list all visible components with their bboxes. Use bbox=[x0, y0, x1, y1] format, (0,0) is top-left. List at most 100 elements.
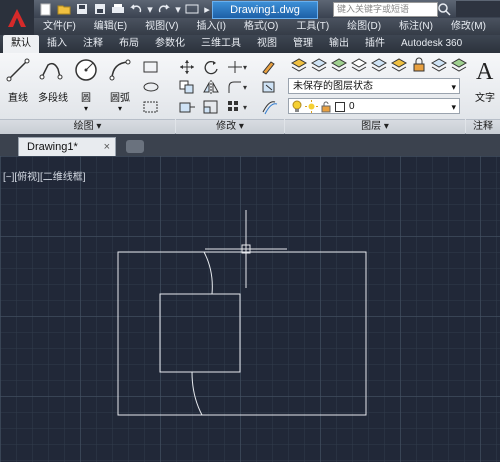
circle-label: 圆 bbox=[81, 93, 91, 104]
tab-view[interactable]: 视图 bbox=[249, 35, 285, 53]
layer-match-icon[interactable] bbox=[330, 57, 348, 73]
mirror-icon[interactable] bbox=[202, 79, 220, 95]
upper-arc[interactable] bbox=[203, 251, 213, 295]
circle-dropdown-icon[interactable]: ▾ bbox=[73, 104, 99, 113]
menu-edit[interactable]: 编辑(E) bbox=[85, 18, 136, 35]
redo-icon[interactable] bbox=[156, 2, 172, 16]
document-tabs: Drawing1* × bbox=[0, 134, 500, 156]
explode-icon[interactable] bbox=[260, 79, 278, 95]
erase-icon[interactable] bbox=[260, 59, 278, 75]
array-icon[interactable]: ▾ bbox=[226, 99, 247, 115]
tab-parametric[interactable]: 参数化 bbox=[147, 35, 193, 53]
tab-plugins[interactable]: 插件 bbox=[357, 35, 393, 53]
layer-lock-icon[interactable] bbox=[410, 57, 428, 73]
inner-square[interactable] bbox=[159, 293, 241, 373]
svg-text:▾: ▾ bbox=[243, 103, 247, 112]
move-icon[interactable] bbox=[178, 59, 196, 75]
offset-icon[interactable] bbox=[260, 99, 278, 115]
menu-insert[interactable]: 插入(I) bbox=[187, 18, 234, 35]
scale-icon[interactable] bbox=[202, 99, 220, 115]
modify-panel-title[interactable]: 修改 ▾ bbox=[176, 119, 284, 134]
tab-autodesk-360[interactable]: Autodesk 360 bbox=[393, 35, 470, 53]
layer-unisolate-icon[interactable] bbox=[430, 57, 448, 73]
tab-drawing1[interactable]: Drawing1* × bbox=[18, 137, 116, 156]
drawing-geometry bbox=[117, 210, 367, 416]
rectangle-icon[interactable] bbox=[142, 59, 160, 75]
layer-off-icon[interactable] bbox=[390, 57, 408, 73]
menu-file[interactable]: 文件(F) bbox=[34, 18, 85, 35]
hatch-icon[interactable] bbox=[142, 99, 160, 115]
circle-button[interactable]: 圆 ▾ bbox=[73, 57, 99, 113]
tab-output[interactable]: 输出 bbox=[321, 35, 357, 53]
customize-toolbar-icon[interactable]: ▸ bbox=[202, 2, 212, 16]
stretch-icon[interactable] bbox=[178, 99, 196, 115]
circle-icon bbox=[75, 59, 97, 81]
layer-properties-icon[interactable] bbox=[290, 57, 308, 73]
open-icon[interactable] bbox=[56, 2, 72, 16]
redo-dropdown-icon[interactable]: ▾ bbox=[174, 2, 182, 16]
lightbulb-icon bbox=[292, 100, 302, 119]
save-as-icon[interactable] bbox=[92, 2, 108, 16]
text-button[interactable]: A 文字 bbox=[472, 57, 498, 104]
rotate-icon[interactable] bbox=[202, 59, 220, 75]
undo-dropdown-icon[interactable]: ▾ bbox=[146, 2, 154, 16]
layer-panel-title[interactable]: 图层 ▾ bbox=[285, 119, 465, 134]
close-icon[interactable]: × bbox=[104, 138, 110, 157]
save-icon[interactable] bbox=[74, 2, 90, 16]
tab-drawing1-label: Drawing1* bbox=[27, 141, 78, 153]
copy-icon[interactable] bbox=[178, 79, 196, 95]
print-icon[interactable] bbox=[110, 2, 126, 16]
arc-button[interactable]: 圆弧 ▾ bbox=[107, 57, 133, 113]
polyline-label: 多段线 bbox=[38, 93, 68, 104]
new-tab-icon[interactable] bbox=[126, 140, 144, 153]
menu-view[interactable]: 视图(V) bbox=[136, 18, 187, 35]
chevron-down-icon: ▾ bbox=[451, 102, 456, 112]
trim-icon[interactable]: ▾ bbox=[226, 59, 247, 75]
autocad-logo-icon[interactable] bbox=[0, 0, 34, 35]
layer-color-swatch bbox=[335, 102, 345, 112]
sun-icon bbox=[305, 100, 318, 119]
search-input[interactable]: 键入关键字或短语 bbox=[333, 2, 438, 17]
fillet-icon[interactable]: ▾ bbox=[226, 79, 247, 95]
layer-dropdown[interactable]: 0 ▾ bbox=[288, 98, 460, 114]
layer-walk-icon[interactable] bbox=[450, 57, 468, 73]
current-layer-name: 0 bbox=[349, 101, 355, 112]
menu-tools[interactable]: 工具(T) bbox=[287, 18, 338, 35]
tab-annotate[interactable]: 注释 bbox=[75, 35, 111, 53]
new-icon[interactable] bbox=[38, 2, 54, 16]
workspace-icon[interactable] bbox=[184, 2, 200, 16]
lock-open-icon bbox=[321, 101, 332, 119]
polyline-icon bbox=[39, 62, 63, 80]
outer-rectangle[interactable] bbox=[117, 251, 367, 416]
layer-state-icon[interactable] bbox=[310, 57, 328, 73]
menu-format[interactable]: 格式(O) bbox=[235, 18, 287, 35]
tab-manage[interactable]: 管理 bbox=[285, 35, 321, 53]
arc-label: 圆弧 bbox=[110, 93, 130, 104]
tab-insert[interactable]: 插入 bbox=[39, 35, 75, 53]
line-button[interactable]: 直线 bbox=[5, 57, 31, 104]
arc-dropdown-icon[interactable]: ▾ bbox=[107, 104, 133, 113]
tab-default[interactable]: 默认 bbox=[3, 35, 39, 53]
quick-access-toolbar: ▾ ▾ ▸ bbox=[38, 1, 212, 17]
svg-text:▾: ▾ bbox=[243, 83, 247, 92]
document-title: Drawing1.dwg bbox=[212, 1, 318, 19]
layer-state-dropdown[interactable]: 未保存的图层状态 ▾ bbox=[288, 78, 460, 94]
menu-dimension[interactable]: 标注(N) bbox=[390, 18, 442, 35]
search-icon[interactable] bbox=[437, 2, 451, 16]
svg-text:▾: ▾ bbox=[243, 63, 247, 72]
window-controls[interactable] bbox=[456, 1, 500, 17]
menu-draw[interactable]: 绘图(D) bbox=[338, 18, 390, 35]
layer-isolate-icon[interactable] bbox=[350, 57, 368, 73]
menu-modify[interactable]: 修改(M) bbox=[442, 18, 495, 35]
polyline-button[interactable]: 多段线 bbox=[38, 57, 68, 104]
tab-3d-tools[interactable]: 三维工具 bbox=[193, 35, 249, 53]
lower-arc[interactable] bbox=[191, 371, 203, 416]
draw-panel-title[interactable]: 绘图 ▾ bbox=[0, 119, 175, 134]
annotation-panel-title[interactable]: 注释 bbox=[466, 119, 500, 134]
tab-layout[interactable]: 布局 bbox=[111, 35, 147, 53]
layer-state-value: 未保存的图层状态 bbox=[293, 81, 373, 92]
undo-icon[interactable] bbox=[128, 2, 144, 16]
layer-freeze-icon[interactable] bbox=[370, 57, 388, 73]
arc-icon bbox=[109, 59, 131, 81]
ellipse-icon[interactable] bbox=[142, 79, 160, 95]
